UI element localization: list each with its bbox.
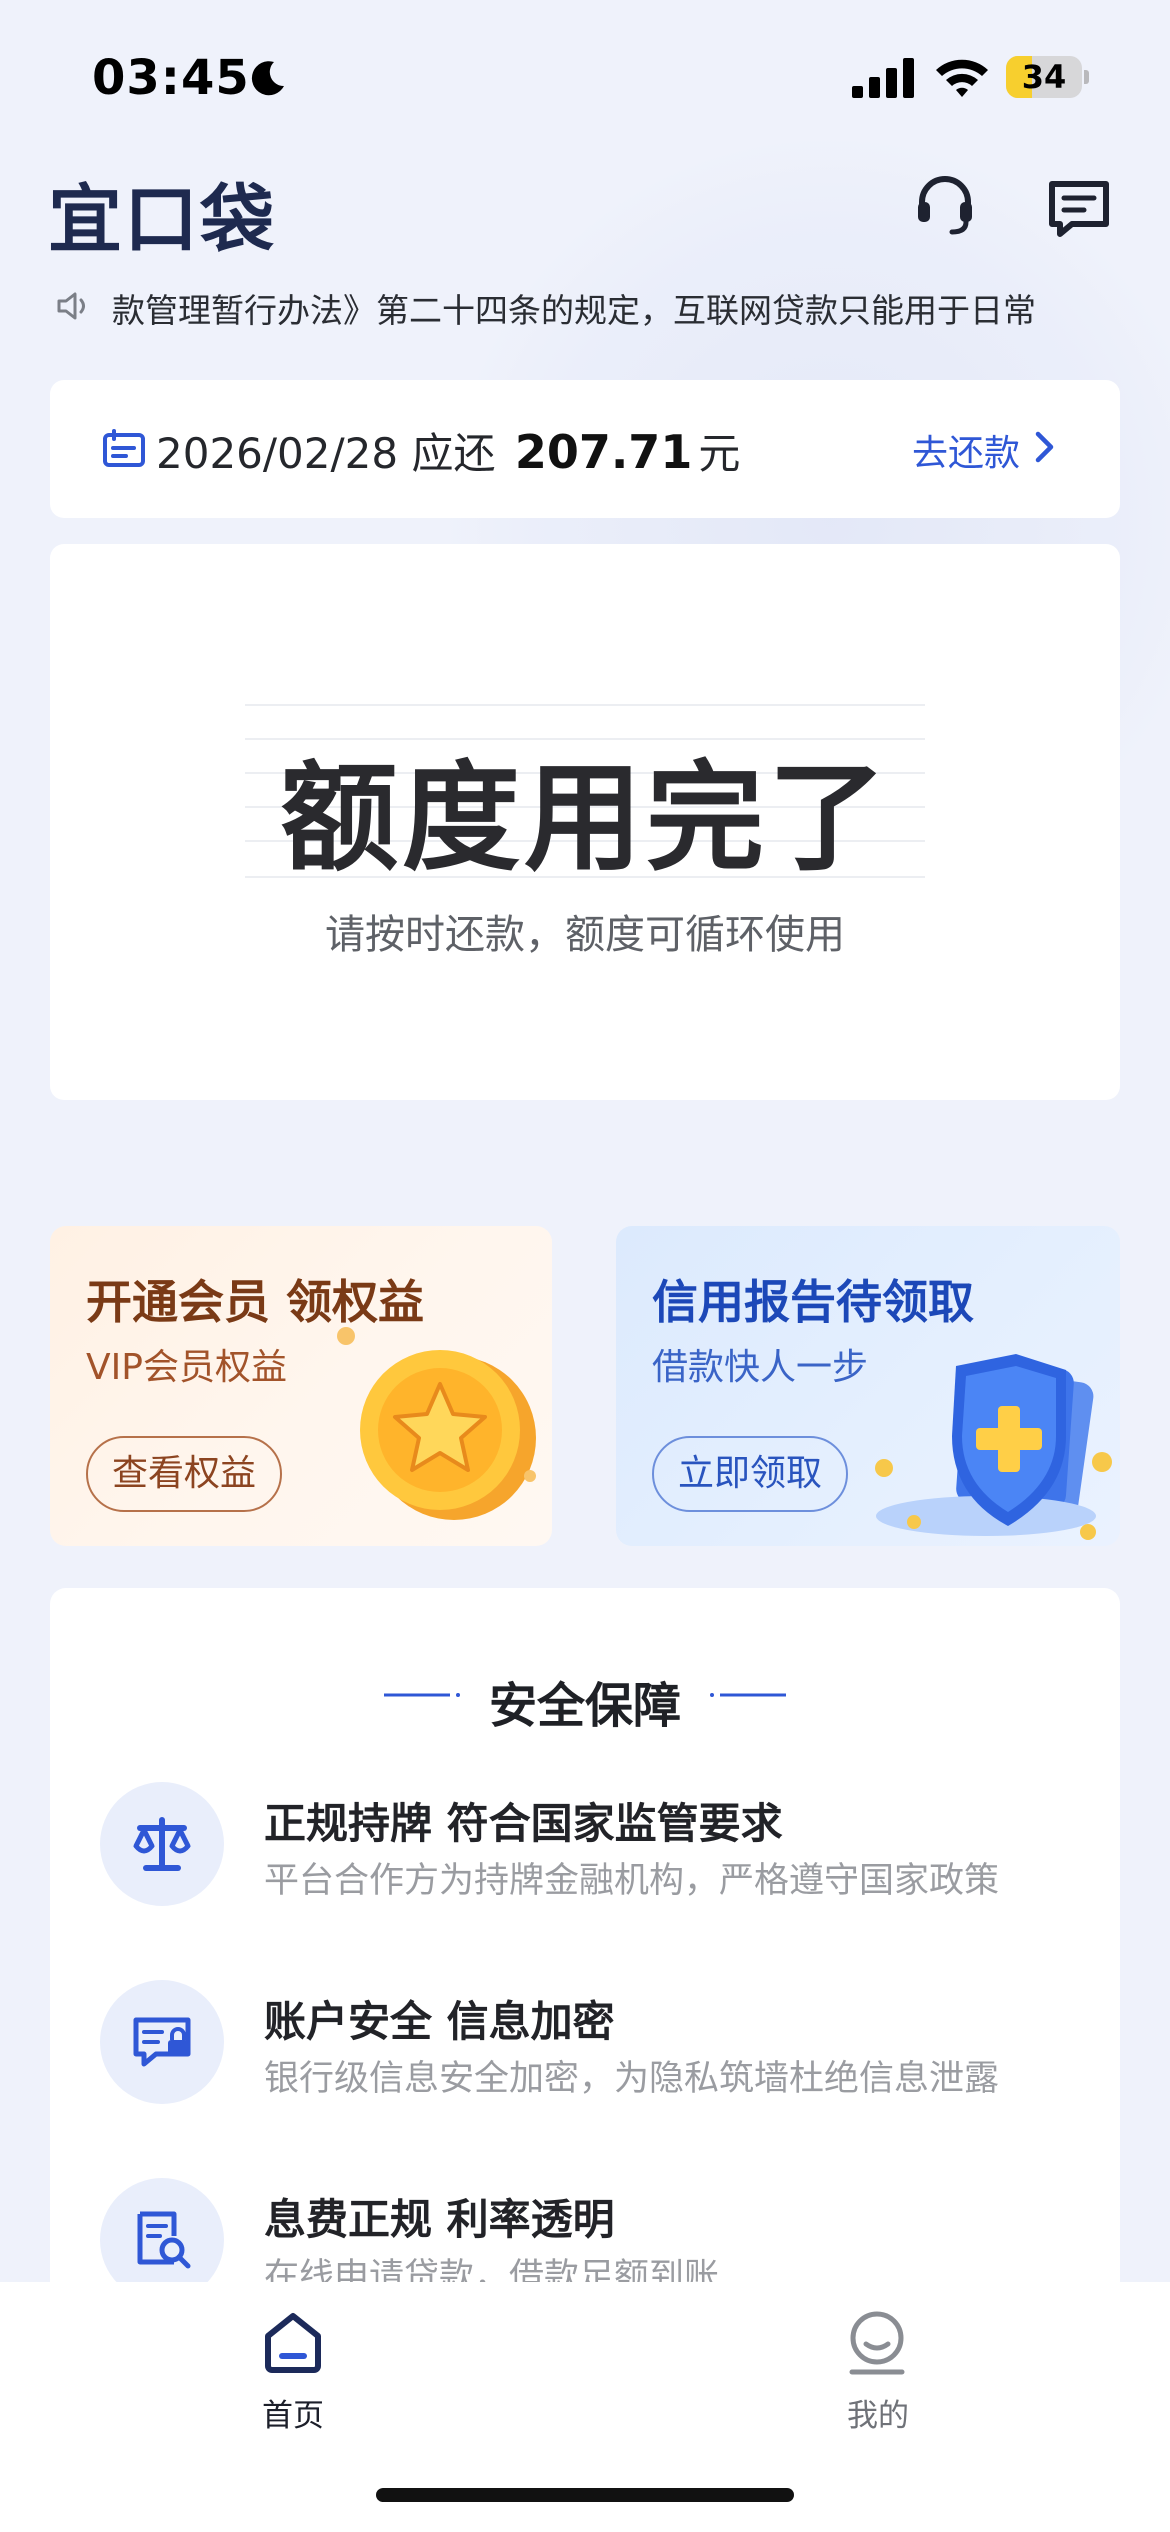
view-benefits-button[interactable]: 查看权益	[86, 1436, 283, 1512]
message-icon[interactable]	[1046, 178, 1112, 240]
wifi-icon	[936, 59, 988, 97]
quota-title: 额度用完了	[279, 749, 890, 887]
bill-icon	[103, 429, 145, 467]
security-item-title: 正规持牌 符合国家监管要求	[264, 1799, 783, 1848]
repay-date: 2026/02/28	[156, 429, 399, 478]
credit-report-promo-subtitle: 借款快人一步	[652, 1347, 869, 1388]
shield-icon	[875, 1354, 1112, 1540]
notice-text: 款管理暂行办法》第二十四条的规定，互联网贷款只能用于日常	[112, 291, 1036, 330]
profile-icon[interactable]	[846, 2310, 908, 2378]
security-item-title: 账户安全 信息加密	[264, 1997, 615, 2046]
secure-card-icon	[133, 2017, 191, 2067]
battery-icon: 34	[1006, 52, 1090, 102]
security-item-icon-wrap	[100, 1980, 224, 2104]
credit-report-promo-card[interactable]: 信用报告待领取 借款快人一步 立即领取	[616, 1226, 1120, 1546]
security-title: 安全保障	[488, 1678, 681, 1734]
battery-level: 34	[1021, 58, 1067, 96]
home-icon[interactable]	[262, 2310, 324, 2374]
repay-due-label: 应还	[411, 429, 496, 478]
tab-me[interactable]: 我的	[585, 2390, 1170, 2435]
credit-report-promo-title: 信用报告待领取	[652, 1275, 974, 1329]
quota-subtitle: 请按时还款，额度可循环使用	[325, 912, 845, 958]
status-bar: 03:45 34	[0, 0, 1170, 150]
repay-amount: 207.71	[514, 425, 693, 479]
chevron-right-icon[interactable]	[1034, 430, 1056, 464]
security-item-title: 息费正规 利率透明	[264, 2195, 615, 2244]
vip-promo-title: 开通会员 领权益	[86, 1275, 425, 1329]
headset-icon[interactable]	[912, 172, 978, 238]
tab-home[interactable]: 首页	[0, 2390, 586, 2435]
moon-icon	[251, 61, 284, 96]
speaker-icon	[57, 292, 85, 320]
signal-icon	[852, 58, 914, 98]
scale-icon	[133, 1817, 191, 1871]
star-coin-icon	[337, 1327, 536, 1520]
title-decoration-right	[710, 1693, 786, 1697]
security-item-desc: 银行级信息安全加密，为隐私筑墙杜绝信息泄露	[264, 2059, 1000, 2099]
repay-summary: 2026/02/28 应还 207.71 元	[156, 420, 740, 481]
security-item-desc: 平台合作方为持牌金融机构，严格遵守国家政策	[264, 1861, 1000, 1901]
go-repay-button[interactable]: 去还款	[912, 424, 1020, 476]
status-time: 03:45	[92, 50, 250, 106]
claim-now-button[interactable]: 立即领取	[652, 1436, 849, 1512]
app-logo: 宜口袋	[48, 177, 276, 263]
vip-promo-card[interactable]: 开通会员 领权益 VIP会员权益 查看权益	[50, 1226, 552, 1546]
notice-bar[interactable]: 款管理暂行办法》第二十四条的规定，互联网贷款只能用于日常	[52, 282, 1118, 332]
security-item-icon-wrap	[100, 1782, 224, 1906]
document-search-icon	[137, 2211, 191, 2269]
home-indicator	[376, 2488, 794, 2502]
repay-unit: 元	[698, 429, 741, 478]
vip-promo-subtitle: VIP会员权益	[86, 1347, 287, 1388]
